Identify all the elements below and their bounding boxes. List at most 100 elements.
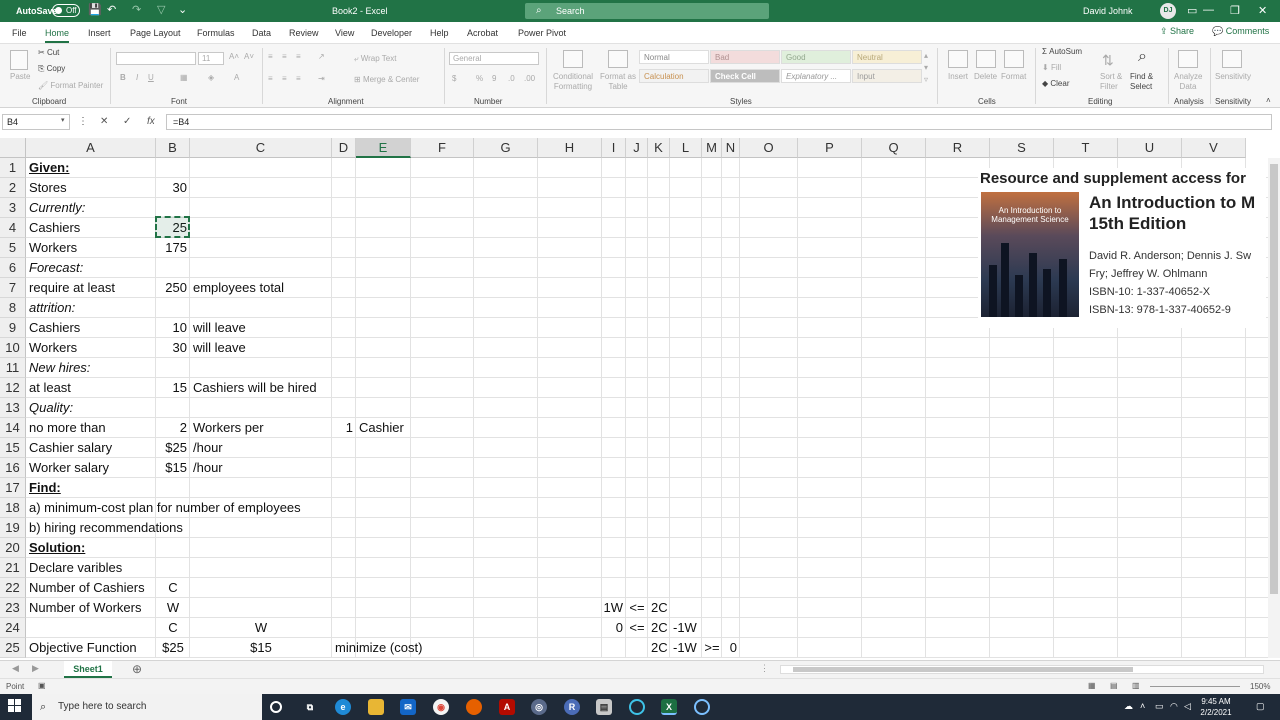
style-check-cell[interactable]: Check Cell (710, 69, 780, 83)
sensitivity-icon[interactable] (1222, 50, 1242, 68)
fill-color-icon[interactable]: ◈ (208, 73, 214, 82)
cell-c25[interactable]: $15 (190, 638, 332, 658)
cell-a22[interactable]: Number of Cashiers (26, 578, 145, 598)
style-good[interactable]: Good (781, 50, 851, 64)
column-header-g[interactable]: G (474, 138, 538, 158)
cell-a9[interactable]: Cashiers (26, 318, 80, 338)
customize-qat-icon[interactable]: ⌄ (178, 3, 187, 16)
style-explanatory[interactable]: Explanatory ... (781, 69, 851, 83)
row-header-19[interactable]: 19 (0, 518, 26, 538)
cell-a13[interactable]: Quality: (26, 398, 73, 418)
tab-file[interactable]: File (12, 28, 27, 38)
column-header-t[interactable]: T (1054, 138, 1118, 158)
column-header-e[interactable]: E (356, 138, 411, 158)
cell-c7[interactable]: employees total (190, 278, 284, 298)
page-break-view-icon[interactable]: ▥ (1132, 681, 1140, 690)
name-box[interactable]: B4 (2, 114, 70, 130)
insert-cells-label[interactable]: Insert (948, 72, 968, 81)
cell-b22[interactable]: C (156, 578, 190, 598)
column-header-f[interactable]: F (411, 138, 474, 158)
column-header-p[interactable]: P (798, 138, 862, 158)
fill-button[interactable]: ⬇ Fill (1042, 63, 1061, 72)
cell-a10[interactable]: Workers (26, 338, 77, 358)
row-header-23[interactable]: 23 (0, 598, 26, 618)
cell-a23[interactable]: Number of Workers (26, 598, 141, 618)
cell-d25[interactable]: minimize (cost) (332, 638, 422, 658)
sort-filter-icon[interactable]: ⇅ (1102, 52, 1114, 69)
tab-view[interactable]: View (335, 28, 354, 38)
firefox-icon[interactable] (466, 699, 482, 715)
align-left-icon[interactable]: ≡ (268, 74, 273, 83)
sensitivity-button-label[interactable]: Sensitivity (1215, 72, 1251, 81)
shrink-font-icon[interactable]: A˅ (244, 52, 254, 61)
recorder-icon[interactable] (694, 699, 710, 715)
cell-a5[interactable]: Workers (26, 238, 77, 258)
cell-a20[interactable]: Solution: (26, 538, 85, 558)
row-header-18[interactable]: 18 (0, 498, 26, 518)
autosum-button[interactable]: Σ AutoSum (1042, 47, 1082, 56)
column-header-r[interactable]: R (926, 138, 990, 158)
format-as-table-icon[interactable] (608, 50, 628, 68)
cell-n25[interactable]: 0 (722, 638, 740, 658)
cell-k24[interactable]: 2C (648, 618, 668, 638)
user-name[interactable]: David Johnk (1083, 6, 1133, 16)
avatar[interactable]: DJ (1160, 3, 1176, 19)
bold-icon[interactable]: B (120, 73, 126, 82)
active-cell-selection[interactable] (155, 216, 190, 238)
analyze-data-label[interactable]: Analyze Data (1174, 72, 1202, 92)
column-header-h[interactable]: H (538, 138, 602, 158)
font-size-select[interactable]: 11 (198, 52, 224, 65)
cell-a15[interactable]: Cashier salary (26, 438, 112, 458)
cell-j23[interactable]: <= (626, 598, 648, 618)
cortana-icon[interactable] (270, 701, 282, 713)
style-normal[interactable]: Normal (639, 50, 709, 64)
zoom-slider[interactable] (1150, 686, 1240, 687)
page-layout-view-icon[interactable]: ▤ (1110, 681, 1118, 690)
more-options-icon[interactable]: ⋮ (78, 116, 88, 127)
book-image[interactable]: Resource and supplement access for An In… (978, 168, 1266, 328)
cell-b25[interactable]: $25 (156, 638, 190, 658)
task-view-icon[interactable]: ⧉ (302, 699, 318, 715)
next-sheet-icon[interactable]: ▶ (32, 663, 39, 674)
macro-record-icon[interactable]: ▣ (38, 681, 46, 690)
save-icon[interactable]: 💾 (88, 3, 102, 16)
formula-input[interactable]: =B4 (166, 114, 1272, 130)
collapse-ribbon-icon[interactable]: ˄ (1266, 96, 1271, 105)
prev-sheet-icon[interactable]: ◀ (12, 663, 19, 674)
currency-icon[interactable]: $ (452, 74, 456, 83)
row-header-22[interactable]: 22 (0, 578, 26, 598)
top-align-icon[interactable]: ≡ (268, 52, 273, 61)
column-header-u[interactable]: U (1118, 138, 1182, 158)
cell-a7[interactable]: require at least (26, 278, 115, 298)
name-box-dropdown-icon[interactable]: ▾ (61, 116, 65, 124)
wrap-text-button[interactable]: ⤶ Wrap Text (354, 54, 396, 64)
horizontal-scrollbar[interactable] (780, 665, 1264, 674)
windows-start-icon[interactable] (8, 699, 22, 713)
search-box[interactable]: ⌕ Search (525, 3, 769, 19)
cell-a4[interactable]: Cashiers (26, 218, 80, 238)
cell-b12[interactable]: 15 (156, 378, 190, 398)
cell-c24[interactable]: W (190, 618, 332, 638)
cell-c10[interactable]: will leave (190, 338, 246, 358)
row-header-10[interactable]: 10 (0, 338, 26, 358)
cell-b16[interactable]: $15 (156, 458, 190, 478)
excel-taskbar-icon[interactable]: X (661, 699, 677, 715)
select-all-corner[interactable] (0, 138, 26, 158)
percent-icon[interactable]: % (476, 74, 483, 83)
cell-c15[interactable]: /hour (190, 438, 223, 458)
store-icon[interactable]: ▤ (596, 699, 612, 715)
comma-icon[interactable]: 9 (492, 74, 496, 83)
cell-a18[interactable]: a) minimum-cost plan for number of emplo… (26, 498, 301, 518)
tab-data[interactable]: Data (252, 28, 271, 38)
battery-icon[interactable]: ▭ (1155, 701, 1164, 712)
cell-a14[interactable]: no more than (26, 418, 106, 438)
analyze-data-icon[interactable] (1178, 50, 1198, 68)
horizontal-scroll-thumb[interactable] (793, 667, 1133, 672)
cell-l24[interactable]: -1W (670, 618, 697, 638)
row-header-16[interactable]: 16 (0, 458, 26, 478)
sort-filter-label[interactable]: Sort & Filter (1100, 72, 1128, 92)
normal-view-icon[interactable]: ▦ (1088, 681, 1096, 690)
borders-icon[interactable]: ▦ (180, 73, 188, 82)
underline-icon[interactable]: U (148, 73, 154, 82)
style-neutral[interactable]: Neutral (852, 50, 922, 64)
